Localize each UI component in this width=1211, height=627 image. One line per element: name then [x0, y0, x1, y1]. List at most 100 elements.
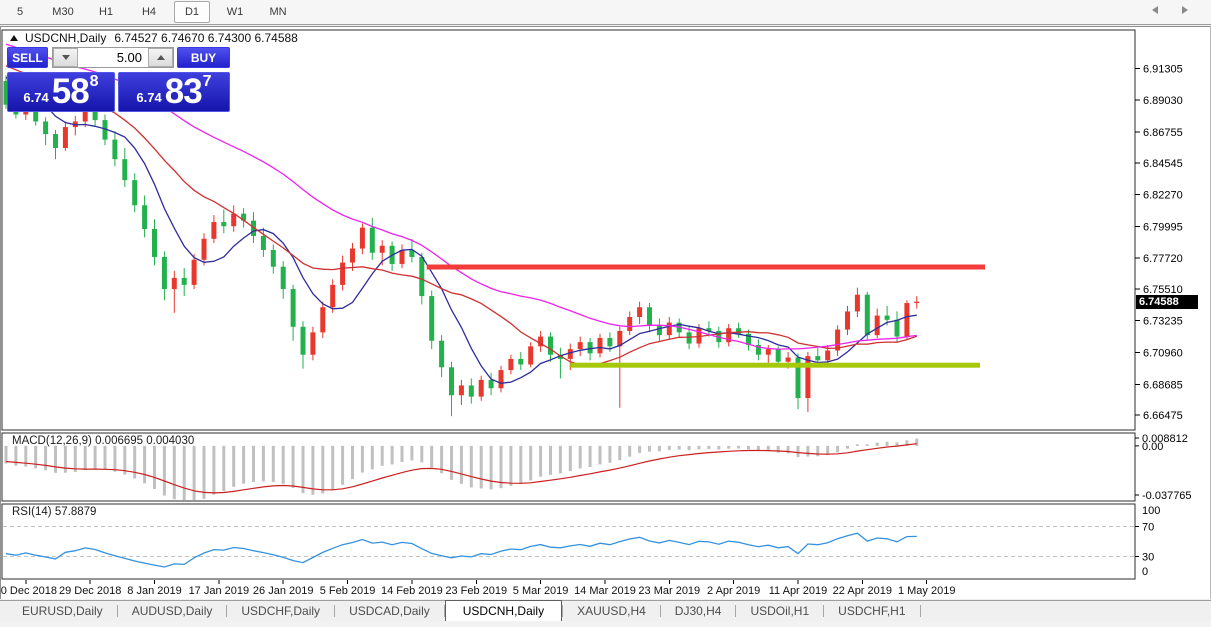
price-axis-label: 6.89030 [1143, 95, 1183, 107]
candle-down [43, 117, 48, 145]
date-label: 23 Mar 2019 [638, 585, 700, 597]
candle-down [122, 148, 127, 187]
candle-down [746, 330, 751, 351]
macd-histogram-bar [579, 446, 582, 469]
date-label: 11 Apr 2019 [769, 585, 828, 597]
buy-price-button[interactable]: 6.74 83 7 [118, 72, 230, 112]
status-strip [0, 621, 1211, 627]
macd-histogram-bar [707, 446, 710, 449]
price-axis-label: 6.73235 [1143, 316, 1183, 328]
candle-up [320, 302, 325, 338]
tab-scroll-right-icon[interactable] [1182, 6, 1192, 16]
candle-down [677, 318, 682, 338]
buy-button[interactable]: BUY [177, 47, 230, 68]
macd-histogram-bar [866, 444, 869, 446]
macd-histogram-bar [311, 446, 314, 495]
chart-tab-bar: EURUSD,DailyAUDUSD,DailyUSDCHF,DailyUSDC… [0, 600, 1211, 621]
chart-tab-usdchf-daily[interactable]: USDCHF,Daily [227, 601, 334, 621]
volume-input[interactable]: 5.00 [78, 48, 148, 67]
candle-down [221, 209, 226, 233]
price-axis-label: 6.77720 [1143, 253, 1183, 265]
chart-tab-eurusd-daily[interactable]: EURUSD,Daily [8, 601, 117, 621]
candle-up [508, 355, 513, 375]
chart-tab-audusd-daily[interactable]: AUDUSD,Daily [118, 601, 227, 621]
chart-tab-usdchf-h1[interactable]: USDCHF,H1 [824, 601, 919, 621]
resistance-line[interactable] [427, 265, 985, 270]
macd-histogram-bar [915, 439, 918, 446]
sell-price-prefix: 6.74 [23, 88, 48, 108]
candle-down [132, 173, 137, 212]
macd-histogram-bar [519, 446, 522, 484]
candle-up [63, 121, 68, 150]
macd-histogram-bar [183, 446, 186, 502]
buy-price-prefix: 6.74 [136, 88, 161, 108]
rsi-line [6, 533, 917, 567]
candle-up [202, 233, 207, 265]
macd-histogram-bar [54, 446, 57, 473]
macd-indicator-label: MACD(12,26,9) 0.006695 0.004030 [12, 435, 194, 447]
price-axis-label: 6.79995 [1143, 221, 1183, 233]
candle-down [301, 321, 306, 368]
panel-collapse-icon[interactable] [10, 35, 18, 41]
candle-up [875, 309, 880, 338]
support-line[interactable] [570, 363, 980, 368]
chart-tab-usdcad-daily[interactable]: USDCAD,Daily [335, 601, 444, 621]
macd-histogram-bar [203, 446, 206, 499]
candle-up [726, 324, 731, 346]
rsi-axis-label: 0 [1142, 566, 1148, 578]
macd-histogram-bar [509, 446, 512, 486]
macd-histogram-bar [737, 446, 740, 449]
date-label: 14 Mar 2019 [574, 585, 636, 597]
macd-axis-label: 0.00 [1142, 441, 1163, 453]
macd-histogram-bar [262, 446, 265, 482]
price-axis-label: 6.84545 [1143, 158, 1183, 170]
macd-histogram-bar [222, 446, 225, 491]
macd-histogram-bar [628, 446, 631, 457]
macd-histogram-bar [727, 446, 730, 449]
candle-down [291, 285, 296, 341]
macd-histogram-bar [153, 446, 156, 489]
chart-tab-usdcnh-daily[interactable]: USDCNH,Daily [445, 600, 562, 621]
sell-button[interactable]: SELL [7, 47, 48, 68]
macd-histogram-bar [896, 442, 899, 445]
date-label: 20 Dec 2018 [0, 585, 57, 597]
sell-price-button[interactable]: 6.74 58 8 [7, 72, 115, 112]
macd-histogram-bar [480, 446, 483, 489]
candle-down [162, 251, 167, 300]
ma-line-fast [6, 77, 917, 383]
chart-title: USDCNH,Daily 6.74527 6.74670 6.74300 6.7… [10, 31, 298, 45]
macd-main-value: 0.006695 [95, 435, 143, 447]
macd-histogram-bar [886, 442, 889, 446]
macd-histogram-bar [163, 446, 166, 496]
macd-histogram-bar [638, 446, 641, 453]
date-label: 5 Feb 2019 [320, 585, 376, 597]
candle-up [211, 215, 216, 243]
volume-decrease-button[interactable] [53, 48, 78, 67]
candle-down [647, 303, 652, 332]
macd-histogram-bar [94, 446, 97, 469]
candle-up [845, 306, 850, 335]
chart-tab-xauusd-h4[interactable]: XAUUSD,H4 [563, 601, 660, 621]
chart-tab-dj30-h4[interactable]: DJ30,H4 [661, 601, 736, 621]
macd-histogram-bar [104, 446, 107, 470]
date-label: 23 Feb 2019 [445, 585, 507, 597]
candle-up [914, 296, 919, 309]
candle-up [637, 302, 642, 324]
tab-scroll-left-icon[interactable] [1152, 6, 1162, 16]
macd-histogram-bar [569, 446, 572, 471]
rsi-axis-label: 70 [1142, 522, 1154, 534]
macd-histogram-bar [529, 446, 532, 481]
price-axis-label: 6.66475 [1143, 410, 1183, 422]
macd-histogram-bar [173, 446, 176, 499]
chart-tab-usdoil-h1[interactable]: USDOil,H1 [736, 601, 823, 621]
candle-down [261, 228, 266, 257]
candle-up [73, 116, 78, 136]
candle-down [142, 196, 147, 238]
macd-histogram-bar [549, 446, 552, 475]
volume-stepper: 5.00 [52, 47, 174, 68]
volume-increase-button[interactable] [148, 48, 173, 67]
candle-down [241, 208, 246, 228]
macd-histogram-bar [113, 446, 116, 472]
candle-up [459, 380, 464, 405]
macd-histogram-bar [420, 446, 423, 462]
